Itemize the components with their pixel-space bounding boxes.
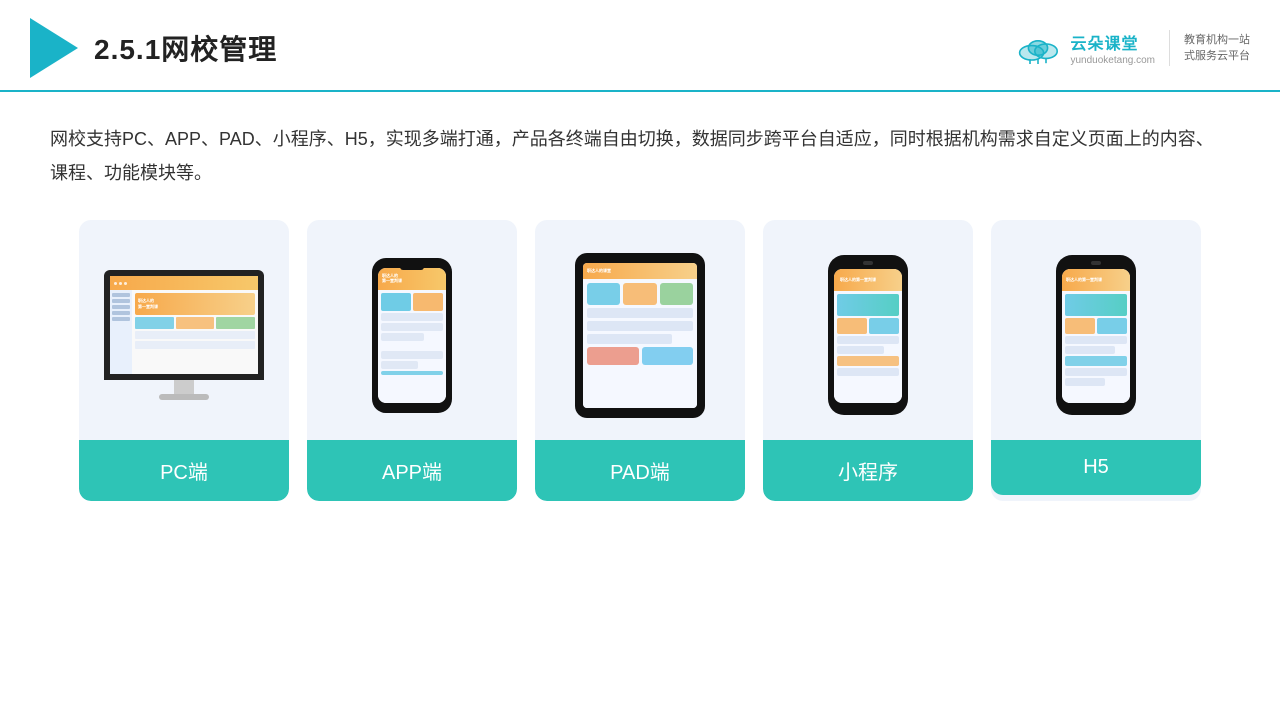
h5-phone-content [1062, 291, 1130, 403]
monitor-base [159, 394, 209, 400]
cards-container: 职达人的第一堂判课 [50, 220, 1230, 501]
tablet-screen: 职达人的课堂 [583, 263, 697, 408]
brand-slogan: 教育机构一站 式服务云平台 [1184, 32, 1250, 65]
pc-image-area: 职达人的第一堂判课 [79, 220, 289, 440]
phone-outer: 职达人的第一堂判课 [372, 258, 452, 413]
phone-notch [400, 264, 424, 270]
device-card-miniprogram: 职达人的第一堂判课 [763, 220, 973, 501]
mini-phone-content [834, 291, 902, 403]
app-label: APP端 [307, 440, 517, 501]
cloud-icon [1014, 32, 1062, 64]
brand-name: 云朵课堂 [1070, 30, 1138, 54]
monitor-stand [174, 380, 194, 394]
h5-phone-outer: 职达人的第一堂判课 [1056, 255, 1136, 415]
monitor-cards-row [135, 317, 255, 329]
monitor-outer: 职达人的第一堂判课 [104, 270, 264, 380]
brand-text: 云朵课堂 yunduoketang.com [1070, 30, 1155, 66]
logo-triangle-icon [30, 18, 78, 78]
monitor-wrapper: 职达人的第一堂判课 [104, 270, 264, 400]
mini-phone-top: 职达人的第一堂判课 [834, 269, 902, 291]
phone-content [378, 290, 446, 403]
phone-top: 职达人的第一堂判课 [378, 268, 446, 290]
monitor-dot-1 [114, 282, 117, 285]
monitor-sidebar [110, 290, 132, 374]
tablet-wrapper: 职达人的课堂 [575, 253, 705, 418]
main-content: 网校支持PC、APP、PAD、小程序、H5，实现多端打通，产品各终端自由切换，数… [0, 92, 1280, 521]
monitor-top-bar [110, 276, 258, 290]
miniprogram-label: 小程序 [763, 440, 973, 501]
phone-screen: 职达人的第一堂判课 [378, 268, 446, 403]
mini-image-area: 职达人的第一堂判课 [763, 220, 973, 440]
header-left: 2.5.1网校管理 [30, 18, 277, 78]
monitor-dot-3 [124, 282, 127, 285]
h5-image-area: 职达人的第一堂判课 [991, 220, 1201, 440]
pad-label: PAD端 [535, 440, 745, 501]
h5-phone-screen: 职达人的第一堂判课 [1062, 269, 1130, 403]
mini-phone-wrapper: 职达人的第一堂判课 [828, 255, 908, 415]
monitor-body: 职达人的第一堂判课 [110, 290, 258, 374]
mini-phone-outer: 职达人的第一堂判课 [828, 255, 908, 415]
device-card-pc: 职达人的第一堂判课 [79, 220, 289, 501]
device-card-h5: 职达人的第一堂判课 [991, 220, 1201, 501]
device-card-app: 职达人的第一堂判课 [307, 220, 517, 501]
monitor-banner-text: 职达人的第一堂判课 [138, 298, 158, 310]
page-title: 2.5.1网校管理 [94, 28, 277, 68]
h5-label: H5 [991, 440, 1201, 495]
description-text: 网校支持PC、APP、PAD、小程序、H5，实现多端打通，产品各终端自由切换，数… [50, 122, 1230, 190]
monitor-dot-2 [119, 282, 122, 285]
h5-phone-top: 职达人的第一堂判课 [1062, 269, 1130, 291]
brand-logo-area: 云朵课堂 yunduoketang.com 教育机构一站 式服务云平台 [1014, 30, 1250, 66]
header-right: 云朵课堂 yunduoketang.com 教育机构一站 式服务云平台 [1014, 30, 1250, 66]
pc-label: PC端 [79, 440, 289, 501]
tablet-top: 职达人的课堂 [583, 263, 697, 279]
pad-image-area: 职达人的课堂 [535, 220, 745, 440]
brand-domain: yunduoketang.com [1070, 55, 1155, 66]
h5-phone-camera [1091, 261, 1101, 265]
mini-phone-screen: 职达人的第一堂判课 [834, 269, 902, 403]
divider [1169, 30, 1170, 66]
mini-phone-camera [863, 261, 873, 265]
monitor-screen: 职达人的第一堂判课 [110, 276, 258, 374]
app-image-area: 职达人的第一堂判课 [307, 220, 517, 440]
header: 2.5.1网校管理 云朵课堂 yunduoketang.com 教育机构一站 式… [0, 0, 1280, 92]
monitor-banner: 职达人的第一堂判课 [135, 293, 255, 315]
h5-phone-wrapper: 职达人的第一堂判课 [1056, 255, 1136, 415]
monitor-main: 职达人的第一堂判课 [132, 290, 258, 374]
tablet-content [583, 279, 697, 408]
tablet-outer: 职达人的课堂 [575, 253, 705, 418]
phone-wrapper: 职达人的第一堂判课 [372, 258, 452, 413]
device-card-pad: 职达人的课堂 [535, 220, 745, 501]
